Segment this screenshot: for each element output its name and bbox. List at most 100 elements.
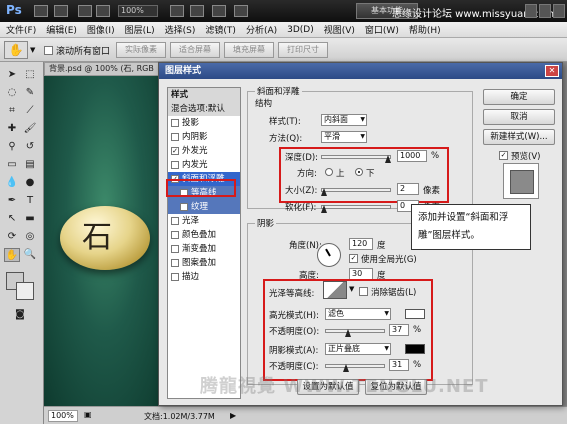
checkbox-box[interactable] xyxy=(44,46,53,55)
document-canvas[interactable]: 石 xyxy=(44,76,166,406)
direction-up-radio[interactable] xyxy=(325,168,333,176)
direction-down-radio[interactable] xyxy=(355,168,363,176)
checkbox[interactable] xyxy=(171,161,179,169)
healing-tool-icon[interactable]: ✚ xyxy=(4,122,20,136)
status-arrow-icon[interactable]: ▶ xyxy=(230,411,236,420)
grid-icon[interactable] xyxy=(170,5,184,17)
checkbox-checked[interactable]: ✓ xyxy=(171,147,179,155)
fit-screen-button[interactable]: 适合屏幕 xyxy=(170,42,220,58)
hand-icon[interactable]: ✋ xyxy=(4,41,28,59)
style-item-inner-shadow[interactable]: 内阴影 xyxy=(168,130,240,144)
close-button[interactable] xyxy=(553,4,565,18)
technique-dropdown[interactable]: 平滑 xyxy=(321,131,367,143)
print-size-button[interactable]: 打印尺寸 xyxy=(278,42,328,58)
shadow-opacity-slider[interactable] xyxy=(325,364,385,368)
marquee-tool-icon[interactable]: ⬚ xyxy=(22,68,38,82)
fill-screen-button[interactable]: 填充屏幕 xyxy=(224,42,274,58)
chevron-down-icon[interactable]: ▼ xyxy=(30,46,35,54)
zoom-tool-icon[interactable] xyxy=(96,5,110,17)
history-brush-tool-icon[interactable]: ↺ xyxy=(22,140,38,154)
pen-tool-icon[interactable]: ✒ xyxy=(4,194,20,208)
quick-mask-icon[interactable]: ◙ xyxy=(12,308,28,322)
soften-slider[interactable] xyxy=(321,205,391,209)
checkbox[interactable] xyxy=(171,259,179,267)
style-item-color-overlay[interactable]: 颜色叠加 xyxy=(168,228,240,242)
highlight-opacity-input[interactable]: 37 xyxy=(389,324,409,336)
path-select-tool-icon[interactable]: ↖ xyxy=(4,212,20,226)
lasso-tool-icon[interactable]: ◌ xyxy=(4,86,20,100)
actual-pixels-button[interactable]: 实际像素 xyxy=(116,42,166,58)
close-icon[interactable]: ✕ xyxy=(545,65,559,77)
shadow-mode-dropdown[interactable]: 正片叠底 xyxy=(325,343,391,355)
angle-input[interactable]: 120 xyxy=(349,238,373,250)
shape-tool-icon[interactable]: ▬ xyxy=(22,212,38,226)
stamp-tool-icon[interactable]: ⚲ xyxy=(4,140,20,154)
checkbox[interactable] xyxy=(171,231,179,239)
new-style-button[interactable]: 新建样式(W)... xyxy=(483,129,555,145)
style-item-stroke[interactable]: 描边 xyxy=(168,270,240,284)
menu-edit[interactable]: 编辑(E) xyxy=(46,23,77,36)
blending-options-item[interactable]: 混合选项:默认 xyxy=(168,102,240,116)
gradient-tool-icon[interactable]: ▤ xyxy=(22,158,38,172)
maximize-button[interactable] xyxy=(539,4,551,18)
checkbox[interactable] xyxy=(180,203,188,211)
guides-icon[interactable] xyxy=(190,5,204,17)
checkbox[interactable] xyxy=(171,245,179,253)
menu-window[interactable]: 窗口(W) xyxy=(365,23,399,36)
scroll-all-windows-checkbox[interactable]: 滚动所有窗口 xyxy=(44,44,110,57)
checkbox[interactable] xyxy=(171,119,179,127)
highlight-mode-dropdown[interactable]: 滤色 xyxy=(325,308,391,320)
menu-3d[interactable]: 3D(D) xyxy=(287,25,314,35)
shadow-color-swatch[interactable] xyxy=(405,344,425,354)
crop-tool-icon[interactable]: ⌗ xyxy=(4,104,20,118)
cancel-button[interactable]: 取消 xyxy=(483,109,555,125)
highlight-color-swatch[interactable] xyxy=(405,309,425,319)
style-item-satin[interactable]: 光泽 xyxy=(168,214,240,228)
preview-checkbox[interactable]: ✓ xyxy=(499,151,508,160)
bevel-style-dropdown[interactable]: 内斜面 xyxy=(321,114,367,126)
menu-help[interactable]: 帮助(H) xyxy=(409,23,441,36)
quick-select-tool-icon[interactable]: ✎ xyxy=(22,86,38,100)
highlight-opacity-slider[interactable] xyxy=(325,329,385,333)
anti-alias-checkbox[interactable] xyxy=(359,287,368,296)
minimize-button[interactable] xyxy=(525,4,537,18)
depth-input[interactable]: 1000 xyxy=(397,150,427,162)
menu-analysis[interactable]: 分析(A) xyxy=(246,23,277,36)
checkbox[interactable] xyxy=(171,273,179,281)
move-tool-icon[interactable]: ➤ xyxy=(4,68,20,82)
3d-rotate-tool-icon[interactable]: ⟳ xyxy=(4,230,20,244)
bridge-icon[interactable] xyxy=(34,5,48,17)
status-menu-icon[interactable]: ▣ xyxy=(84,410,92,419)
ok-button[interactable]: 确定 xyxy=(483,89,555,105)
shadow-opacity-input[interactable]: 31 xyxy=(389,359,409,371)
zoom-status-field[interactable]: 100% xyxy=(48,410,78,422)
hand-tool-icon[interactable] xyxy=(78,5,92,17)
style-item-gradient-overlay[interactable]: 渐变叠加 xyxy=(168,242,240,256)
checkbox[interactable] xyxy=(171,217,179,225)
brush-tool-icon[interactable]: 🖌 xyxy=(22,122,38,136)
menu-file[interactable]: 文件(F) xyxy=(6,23,36,36)
dodge-tool-icon[interactable]: ● xyxy=(22,176,38,190)
menu-layer[interactable]: 图层(L) xyxy=(125,23,155,36)
arrange-documents-icon[interactable] xyxy=(212,5,226,17)
style-item-drop-shadow[interactable]: 投影 xyxy=(168,116,240,130)
size-slider[interactable] xyxy=(321,188,391,192)
type-tool-icon[interactable]: T xyxy=(22,194,38,208)
menu-view[interactable]: 视图(V) xyxy=(324,23,355,36)
background-color-swatch[interactable] xyxy=(16,282,34,300)
document-tab[interactable]: 背景.psd @ 100% (石, RGB xyxy=(44,62,174,76)
blur-tool-icon[interactable]: 💧 xyxy=(4,176,20,190)
chevron-down-icon[interactable]: ▼ xyxy=(349,285,354,293)
3d-orbit-tool-icon[interactable]: ◎ xyxy=(22,230,38,244)
zoom-level-field[interactable]: 100% xyxy=(118,5,158,17)
global-light-checkbox[interactable]: ✓ xyxy=(349,254,358,263)
minibridge-icon[interactable] xyxy=(54,5,68,17)
style-item-pattern-overlay[interactable]: 图案叠加 xyxy=(168,256,240,270)
checkbox[interactable] xyxy=(171,133,179,141)
zoom-tool-icon[interactable]: 🔍 xyxy=(22,248,38,262)
menu-filter[interactable]: 滤镜(T) xyxy=(205,23,236,36)
depth-slider[interactable] xyxy=(321,155,391,159)
menu-image[interactable]: 图像(I) xyxy=(87,23,115,36)
gloss-contour-picker[interactable] xyxy=(323,281,347,299)
eraser-tool-icon[interactable]: ▭ xyxy=(4,158,20,172)
